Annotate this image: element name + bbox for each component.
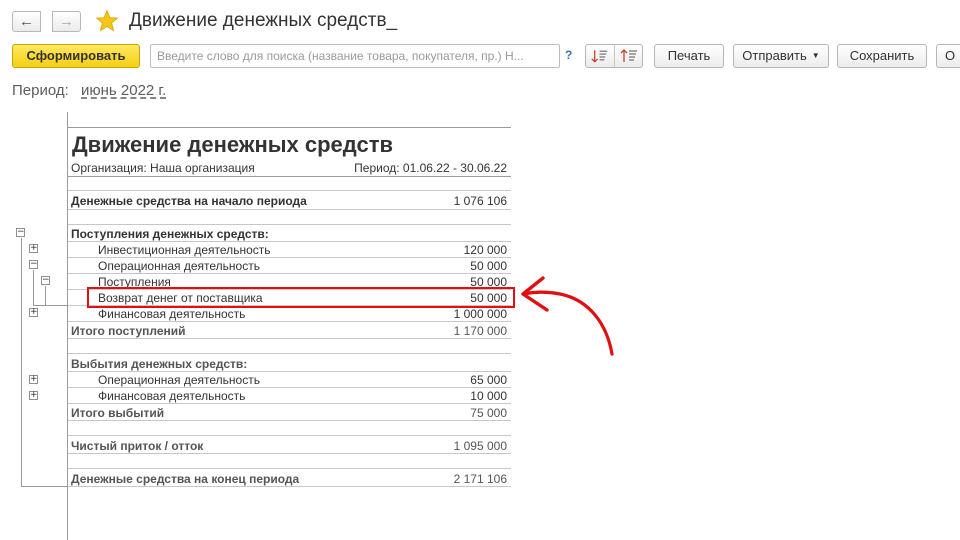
- opening-balance-label: Денежные средства на начало периода: [71, 194, 307, 208]
- search-input[interactable]: [150, 44, 560, 68]
- row-divider: [68, 468, 511, 469]
- net-flow-label: Чистый приток / отток: [71, 439, 204, 453]
- dropdown-caret-icon: ▼: [811, 51, 820, 60]
- report-top-border: [67, 127, 511, 128]
- group-tree-line: [33, 305, 67, 306]
- collapse-toggle-icon[interactable]: −: [41, 276, 50, 285]
- row-divider: [68, 241, 511, 242]
- more-button[interactable]: О: [936, 44, 960, 68]
- annotation-arrow-icon: [521, 276, 614, 356]
- back-button[interactable]: ←: [12, 11, 41, 32]
- receipts-header: Поступления денежных средств:: [71, 227, 269, 241]
- group-tree-line: [33, 270, 34, 305]
- receipt-row-value: 120 000: [463, 243, 507, 257]
- sort-button-group: [585, 44, 643, 68]
- row-divider: [68, 387, 511, 388]
- outflows-total-value: 75 000: [470, 406, 507, 420]
- generate-button[interactable]: Сформировать: [12, 44, 140, 68]
- receipt-row-value: 1 000 000: [453, 307, 507, 321]
- outflows-total-label: Итого выбытий: [71, 406, 165, 420]
- row-divider: [68, 371, 511, 372]
- collapse-toggle-icon[interactable]: −: [29, 260, 38, 269]
- expand-toggle-icon[interactable]: +: [29, 244, 38, 253]
- receipt-row-label: Инвестиционная деятельность: [98, 243, 271, 257]
- closing-balance-label: Денежные средства на конец периода: [71, 472, 300, 486]
- period-selector[interactable]: июнь 2022 г.: [81, 82, 166, 99]
- receipt-row-label: Финансовая деятельность: [98, 307, 246, 321]
- expand-toggle-icon[interactable]: +: [29, 375, 38, 384]
- outflow-row-value: 65 000: [470, 373, 507, 387]
- print-button[interactable]: Печать: [654, 44, 724, 68]
- outflows-header: Выбытия денежных средств:: [71, 357, 248, 371]
- net-flow-value: 1 095 000: [453, 439, 507, 453]
- collapse-toggle-icon[interactable]: −: [16, 228, 25, 237]
- organization-text: Организация: Наша организация: [71, 161, 255, 175]
- group-tree-line: [45, 286, 46, 305]
- expand-toggle-icon[interactable]: +: [29, 391, 38, 400]
- group-tree-line: [21, 486, 67, 487]
- outflow-row-value: 10 000: [470, 389, 507, 403]
- save-button[interactable]: Сохранить: [837, 44, 927, 68]
- report-title: Движение денежных средств: [72, 132, 393, 157]
- receipt-row-label: Операционная деятельность: [98, 259, 260, 273]
- row-divider: [68, 420, 511, 421]
- report-period-text: Период: 01.06.22 - 30.06.22: [354, 161, 507, 175]
- send-button[interactable]: Отправить ▼: [733, 44, 829, 68]
- row-divider: [68, 486, 511, 487]
- outflow-row-label: Операционная деятельность: [98, 373, 260, 387]
- outflow-row-label: Финансовая деятельность: [98, 389, 246, 403]
- opening-balance-value: 1 076 106: [453, 194, 507, 208]
- row-divider: [68, 190, 511, 191]
- row-divider: [68, 353, 511, 354]
- row-divider: [68, 435, 511, 436]
- highlight-box: [87, 287, 515, 308]
- receipt-row-value: 50 000: [470, 259, 507, 273]
- help-icon[interactable]: ?: [565, 48, 572, 62]
- closing-balance-value: 2 171 106: [453, 472, 507, 486]
- row-divider: [68, 209, 511, 210]
- period-label: Период:: [12, 82, 69, 99]
- row-divider: [68, 273, 511, 274]
- window-title: Движение денежных средств_: [129, 10, 398, 31]
- row-divider: [68, 176, 511, 177]
- favorite-star-icon[interactable]: [95, 9, 119, 33]
- receipts-total-label: Итого поступлений: [71, 324, 186, 338]
- row-divider: [68, 224, 511, 225]
- forward-button[interactable]: →: [52, 11, 81, 32]
- row-divider: [68, 453, 511, 454]
- expand-toggle-icon[interactable]: +: [29, 308, 38, 317]
- row-divider: [68, 403, 511, 404]
- row-divider: [68, 338, 511, 339]
- row-divider: [68, 321, 511, 322]
- send-button-label: Отправить: [742, 48, 807, 63]
- sort-descending-icon[interactable]: [615, 45, 644, 67]
- group-tree-line: [21, 238, 22, 486]
- row-divider: [68, 257, 511, 258]
- sort-ascending-icon[interactable]: [586, 45, 615, 67]
- receipts-total-value: 1 170 000: [453, 324, 507, 338]
